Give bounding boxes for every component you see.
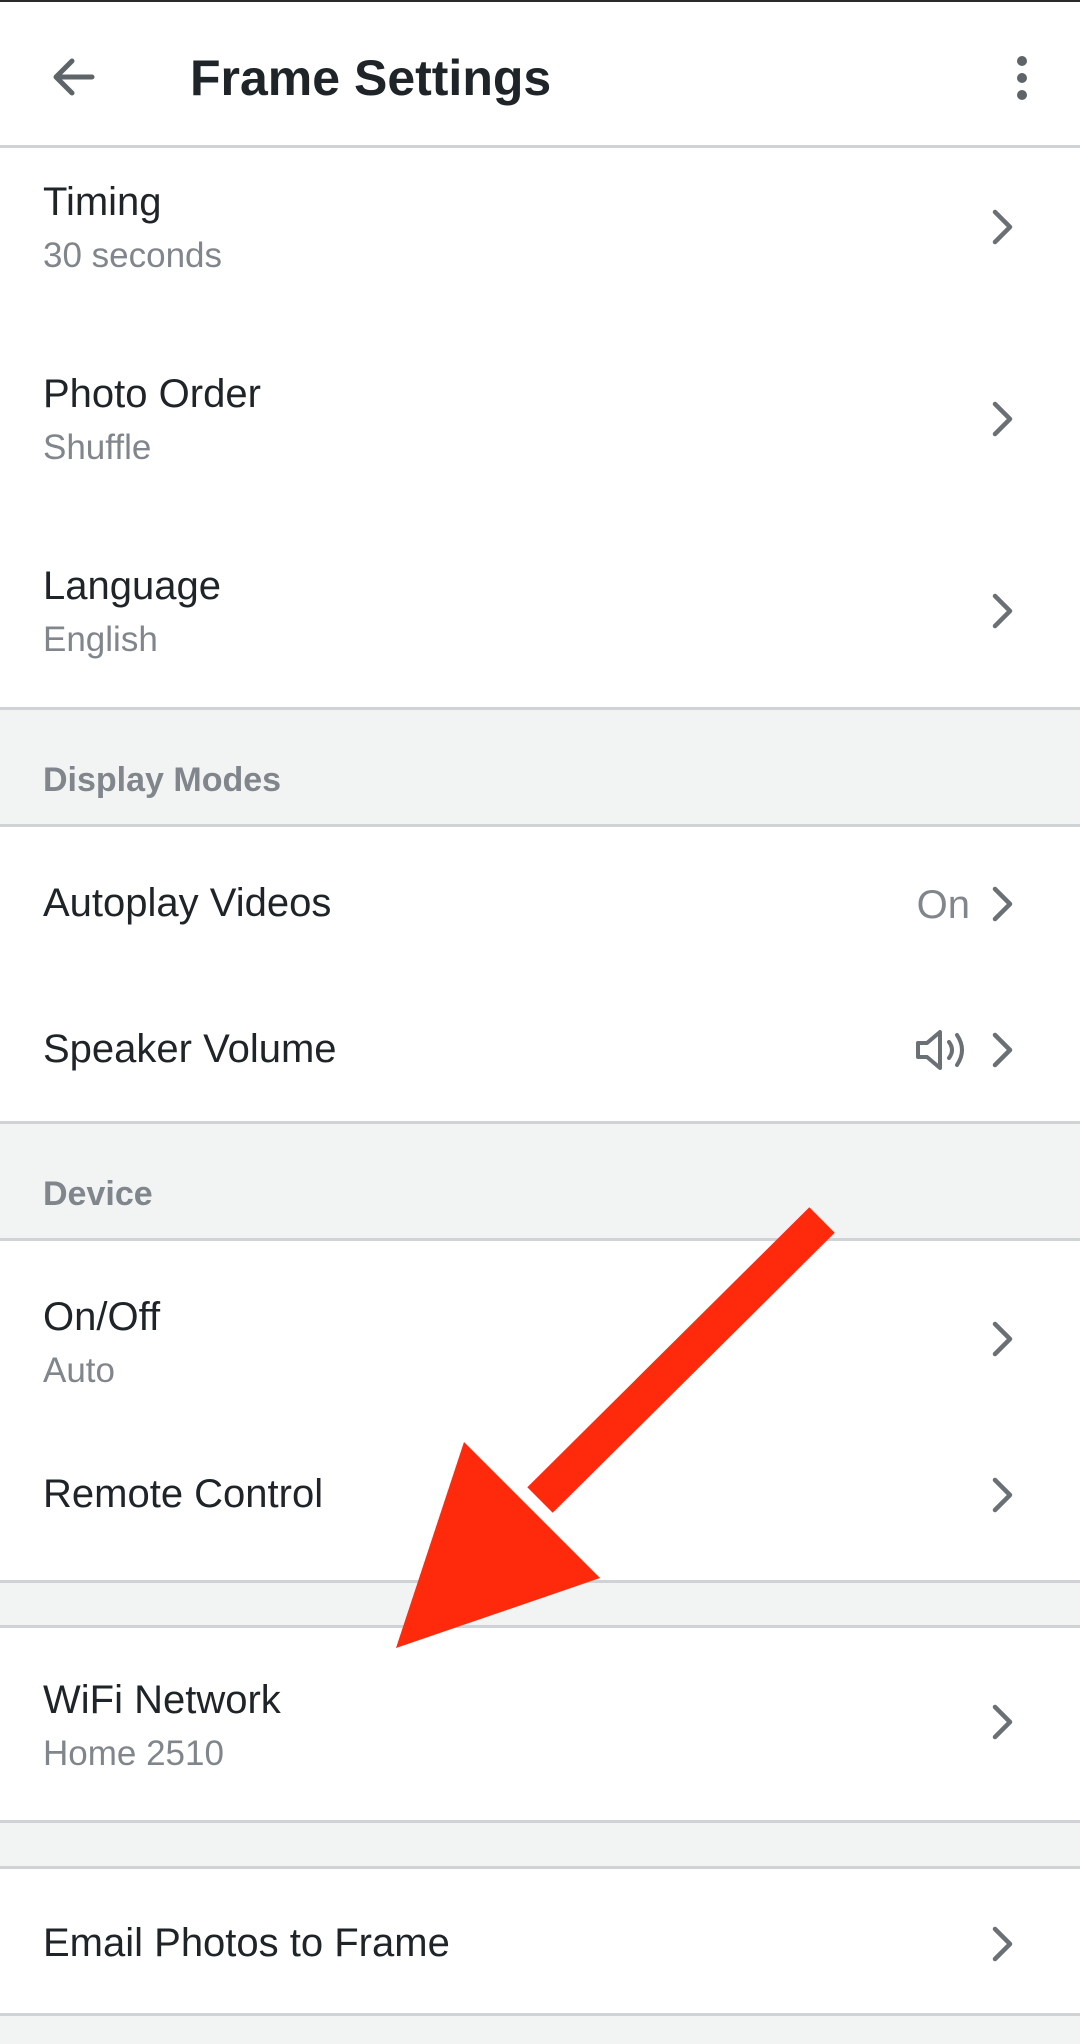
arrow-left-icon (53, 58, 95, 96)
more-vertical-icon (1017, 56, 1027, 100)
settings-row-on-off[interactable]: On/Off Auto (0, 1241, 1080, 1433)
row-title: Speaker Volume (43, 1027, 337, 1071)
chevron-right-icon (992, 886, 1013, 922)
row-subtitle: 30 seconds (43, 236, 223, 275)
chevron-right-icon (992, 401, 1013, 437)
email-section: Email Photos to Frame (0, 1866, 1080, 2016)
chevron-right-icon (992, 1477, 1013, 1513)
chevron-right-icon (992, 1704, 1013, 1740)
section-header-display-modes: Display Modes (43, 761, 282, 799)
chevron-right-icon (992, 209, 1013, 245)
row-title: On/Off (43, 1295, 161, 1339)
general-settings-section: Timing 30 seconds Photo Order Shuffle La… (0, 148, 1080, 710)
settings-row-autoplay-videos[interactable]: Autoplay Videos On (0, 827, 1080, 974)
settings-row-language[interactable]: Language English (0, 532, 1080, 710)
wifi-section: WiFi Network Home 2510 (0, 1625, 1080, 1823)
row-subtitle: Shuffle (43, 428, 152, 467)
row-title: Remote Control (43, 1472, 324, 1516)
speaker-volume-icon (916, 1030, 964, 1070)
settings-screen: Frame Settings Timing 30 seconds Photo O… (0, 0, 1080, 2044)
chevron-right-icon (992, 1926, 1013, 1962)
section-header-device: Device (43, 1175, 153, 1213)
row-subtitle: English (43, 620, 158, 659)
settings-row-remote-control[interactable]: Remote Control (0, 1433, 1080, 1580)
settings-row-photo-order[interactable]: Photo Order Shuffle (0, 340, 1080, 532)
chevron-right-icon (992, 1032, 1013, 1068)
back-button[interactable] (30, 34, 116, 120)
row-title: WiFi Network (43, 1678, 281, 1722)
row-title: Autoplay Videos (43, 881, 332, 925)
row-value: On (916, 883, 970, 927)
settings-row-wifi-network[interactable]: WiFi Network Home 2510 (0, 1628, 1080, 1820)
row-title: Email Photos to Frame (43, 1921, 450, 1965)
settings-row-speaker-volume[interactable]: Speaker Volume (0, 974, 1080, 1121)
row-subtitle: Auto (43, 1351, 115, 1390)
settings-row-email-photos[interactable]: Email Photos to Frame (0, 1869, 1080, 2013)
overflow-menu-button[interactable] (982, 38, 1062, 118)
settings-row-timing[interactable]: Timing 30 seconds (0, 148, 1080, 340)
app-bar: Frame Settings (0, 0, 1080, 148)
row-title: Language (43, 564, 221, 608)
chevron-right-icon (992, 593, 1013, 629)
row-title: Timing (43, 180, 162, 224)
display-modes-section: Autoplay Videos On Speaker Volume (0, 824, 1080, 1124)
page-title: Frame Settings (190, 50, 552, 106)
chevron-right-icon (992, 1321, 1013, 1357)
row-title: Photo Order (43, 372, 261, 416)
device-section: On/Off Auto Remote Control (0, 1238, 1080, 1583)
row-subtitle: Home 2510 (43, 1734, 224, 1773)
